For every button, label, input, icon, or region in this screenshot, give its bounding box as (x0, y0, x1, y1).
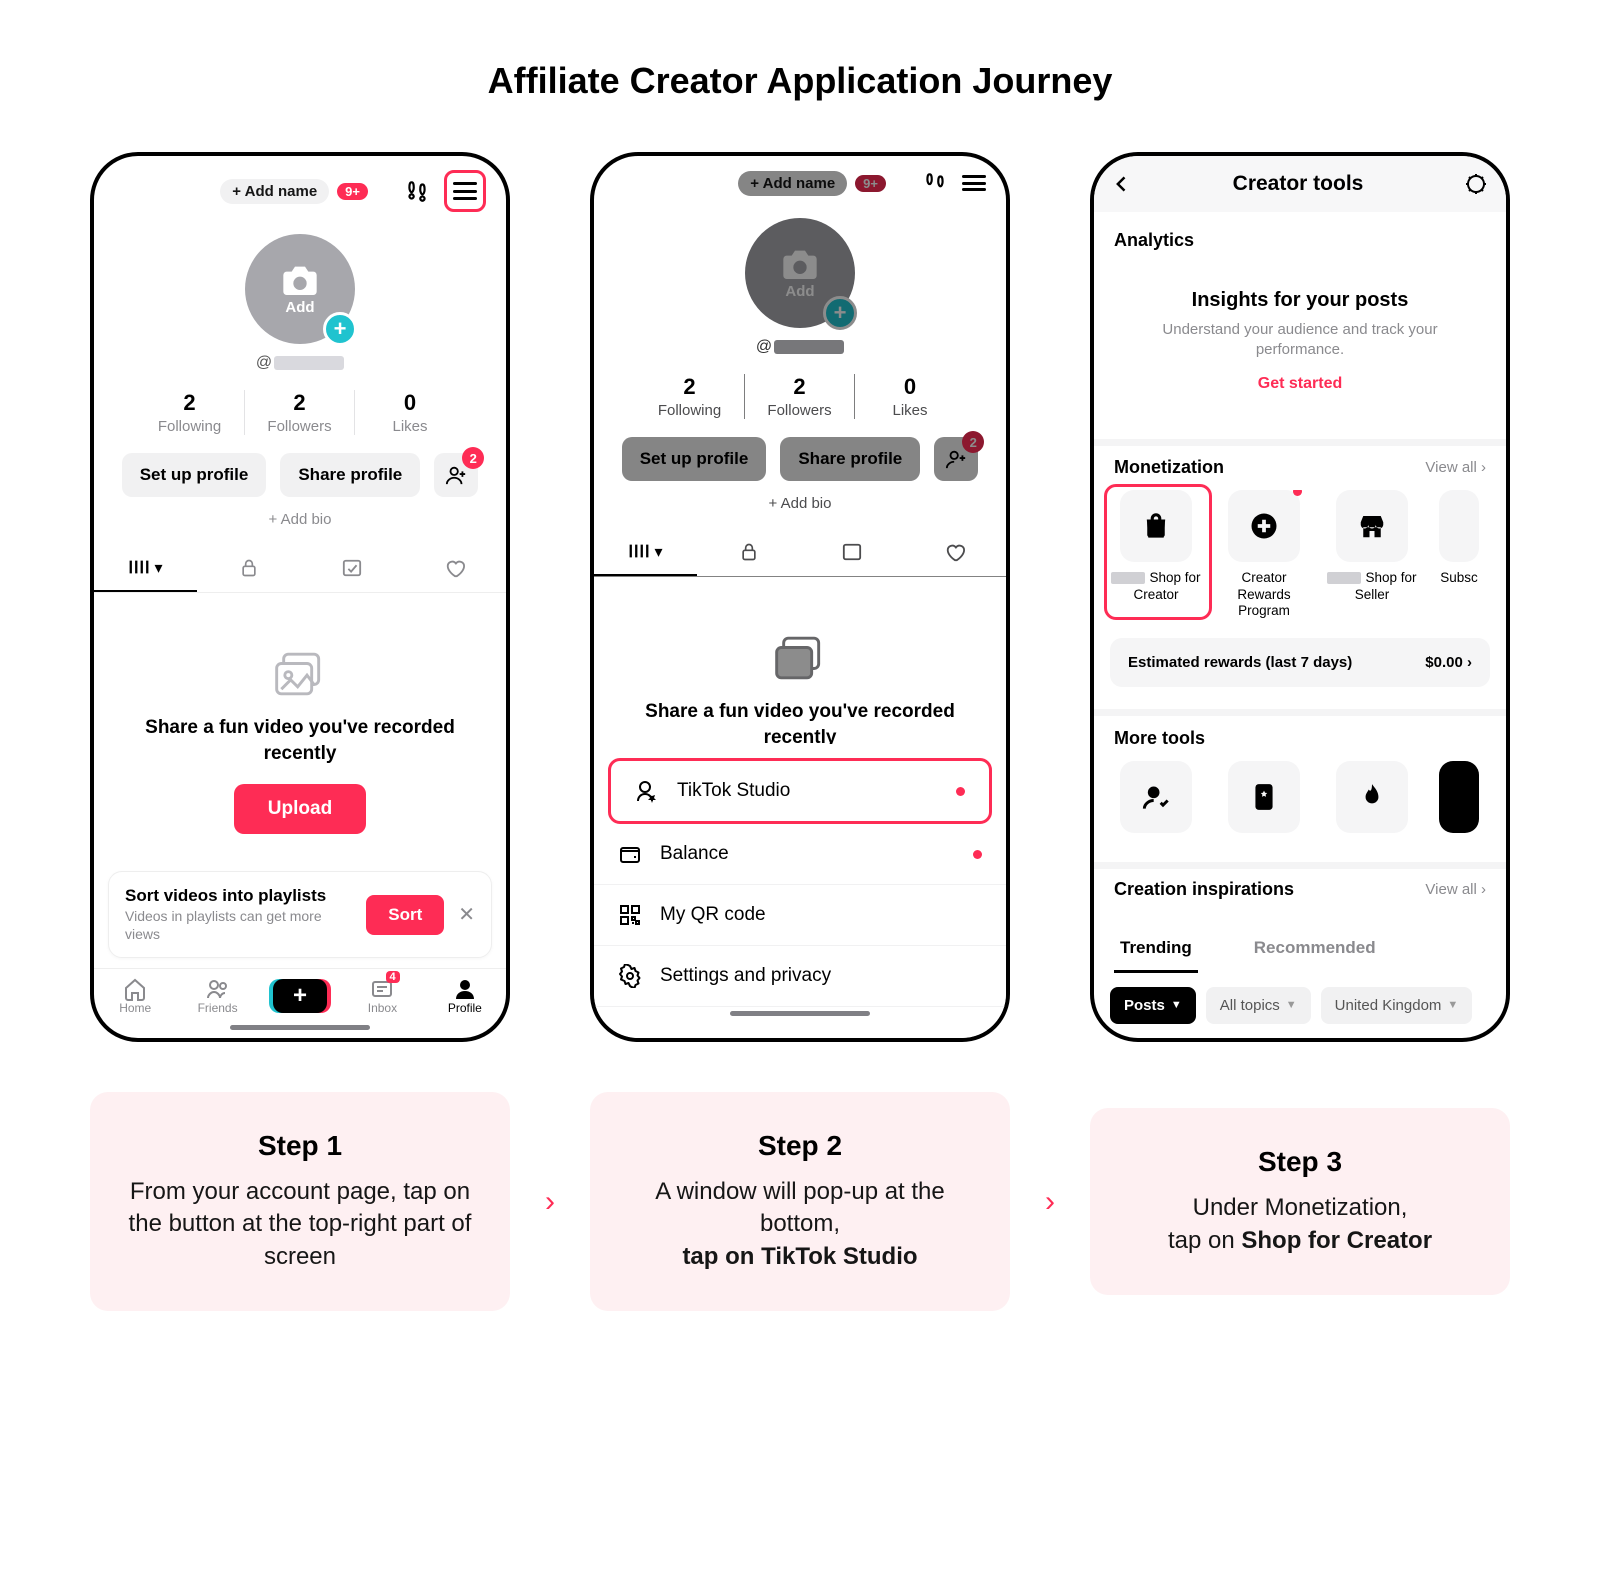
nav-profile[interactable]: Profile (424, 969, 506, 1021)
hamburger-icon (962, 175, 986, 191)
nav-home[interactable]: Home (94, 969, 176, 1021)
subscription-card[interactable]: Subsc (1434, 490, 1484, 621)
back-icon[interactable] (1112, 174, 1132, 194)
setup-profile-button[interactable]: Set up profile (122, 453, 267, 497)
estimated-rewards-row[interactable]: Estimated rewards (last 7 days) $0.00 › (1110, 638, 1490, 687)
wallet-icon (618, 842, 642, 866)
hamburger-icon (453, 182, 477, 200)
settings-icon[interactable] (1464, 172, 1488, 196)
nav-friends[interactable]: Friends (176, 969, 258, 1021)
studio-icon (635, 779, 659, 803)
monetization-heading: Monetization (1114, 457, 1224, 478)
feed-tab[interactable]: ▾ (94, 546, 197, 592)
phone-step3: Creator tools Analytics Insights for you… (1090, 152, 1510, 1042)
username: @ (94, 354, 506, 372)
add-name-button: + Add name (738, 171, 847, 196)
profile-top-bar: + Add name 9+ (94, 156, 506, 226)
add-friends-button[interactable]: 2 (434, 453, 478, 497)
nav-create[interactable]: + (259, 969, 341, 1021)
fire-icon (1359, 782, 1385, 812)
add-name-button[interactable]: + Add name (220, 179, 329, 204)
topics-chip[interactable]: All topics ▼ (1206, 987, 1311, 1024)
footprint-icon (922, 170, 948, 196)
sheet-qr[interactable]: My QR code (594, 885, 1006, 946)
insights-card: Insights for your posts Understand your … (1094, 269, 1506, 417)
empty-text: Share a fun video you've recorded recent… (94, 715, 506, 766)
sheet-studio[interactable]: TikTok Studio (611, 761, 989, 821)
step-1-card: Step 1 From your account page, tap on th… (90, 1092, 510, 1311)
shop-creator-card[interactable]: Shop for Creator (1110, 490, 1202, 621)
reposts-tab[interactable] (300, 546, 403, 592)
promote-card[interactable]: Promote (1326, 761, 1418, 841)
nav-inbox[interactable]: 4Inbox (341, 969, 423, 1021)
liked-tab[interactable] (403, 546, 506, 592)
friends-badge: 2 (462, 447, 484, 469)
followers-stat[interactable]: 2Followers (245, 390, 355, 435)
menu-button[interactable] (444, 170, 486, 212)
shop-icon (1141, 511, 1171, 541)
steps-row: Step 1 From your account page, tap on th… (90, 1092, 1510, 1311)
private-tab[interactable] (197, 546, 300, 592)
inspirations-heading: Creation inspirations (1114, 879, 1294, 900)
get-started-link[interactable]: Get started (1258, 375, 1342, 393)
chevron-right-icon: › (545, 1185, 555, 1219)
sort-button[interactable]: Sort (366, 895, 444, 935)
avatar[interactable]: Add + (245, 234, 355, 344)
playlist-sub: Videos in playlists can get more views (125, 908, 352, 943)
view-all-link[interactable]: View all › (1425, 459, 1486, 476)
avatar-plus-icon[interactable]: + (323, 312, 357, 346)
playlist-prompt: Sort videos into playlists Videos in pla… (108, 871, 492, 958)
more-tools-heading: More tools (1114, 728, 1205, 749)
sheet-settings[interactable]: Settings and privacy (594, 946, 1006, 1007)
store-icon (1357, 511, 1387, 541)
avatar-label: Add (285, 299, 314, 316)
posts-chip[interactable]: Posts ▼ (1110, 987, 1196, 1024)
account-check-card[interactable]: Account check (1110, 761, 1202, 841)
phones-row: + Add name 9+ Add + @ 2Following 2Follow… (90, 152, 1510, 1042)
following-stat[interactable]: 2Following (135, 390, 245, 435)
footprint-icon[interactable] (404, 178, 430, 204)
home-indicator (230, 1025, 370, 1030)
upload-button[interactable]: Upload (234, 784, 366, 834)
playlist-title: Sort videos into playlists (125, 886, 352, 906)
gear-icon (618, 964, 642, 988)
analytics-heading: Analytics (1114, 230, 1486, 251)
page-title: Affiliate Creator Application Journey (90, 60, 1510, 102)
phone-step2: + Add name 9+ Add + @ 2Following 2Follow… (590, 152, 1010, 1042)
chevron-right-icon: › (1045, 1185, 1055, 1219)
add-card[interactable]: Add (1434, 761, 1484, 841)
qr-icon (618, 903, 642, 927)
country-chip[interactable]: United Kingdom ▼ (1321, 987, 1473, 1024)
empty-state: Share a fun video you've recorded recent… (94, 593, 506, 871)
sheet-balance[interactable]: Balance (594, 824, 1006, 885)
bottom-sheet: TikTok Studio Balance My QR code Setting… (594, 744, 1006, 1038)
trending-tab[interactable]: Trending (1114, 926, 1198, 973)
add-bio-button[interactable]: + Add bio (94, 511, 506, 528)
academy-icon (1251, 782, 1277, 812)
likes-stat[interactable]: 0Likes (355, 390, 465, 435)
avatar: Add + (745, 218, 855, 328)
close-icon[interactable]: ✕ (458, 902, 475, 927)
stats-row: 2Following 2Followers 0Likes (94, 390, 506, 435)
academy-card[interactable]: Creator Academy (1218, 761, 1310, 841)
recommended-tab[interactable]: Recommended (1248, 926, 1382, 973)
shop-seller-card[interactable]: Shop for Seller (1326, 490, 1418, 621)
rewards-icon (1249, 511, 1279, 541)
phone-step1: + Add name 9+ Add + @ 2Following 2Follow… (90, 152, 510, 1042)
rewards-card[interactable]: Creator Rewards Program (1218, 490, 1310, 621)
bottom-nav: Home Friends + 4Inbox Profile (94, 968, 506, 1021)
share-profile-button[interactable]: Share profile (280, 453, 420, 497)
step-2-card: Step 2 A window will pop-up at the botto… (590, 1092, 1010, 1311)
monetization-cards: Shop for Creator Creator Rewards Program… (1094, 490, 1506, 621)
step-3-card: Step 3 Under Monetization,tap on Shop fo… (1090, 1108, 1510, 1295)
notification-badge: 9+ (337, 183, 368, 200)
creator-tools-header: Creator tools (1094, 156, 1506, 212)
profile-tabs: ▾ (94, 546, 506, 593)
view-all-link[interactable]: View all › (1425, 881, 1486, 898)
account-check-icon (1142, 783, 1170, 811)
